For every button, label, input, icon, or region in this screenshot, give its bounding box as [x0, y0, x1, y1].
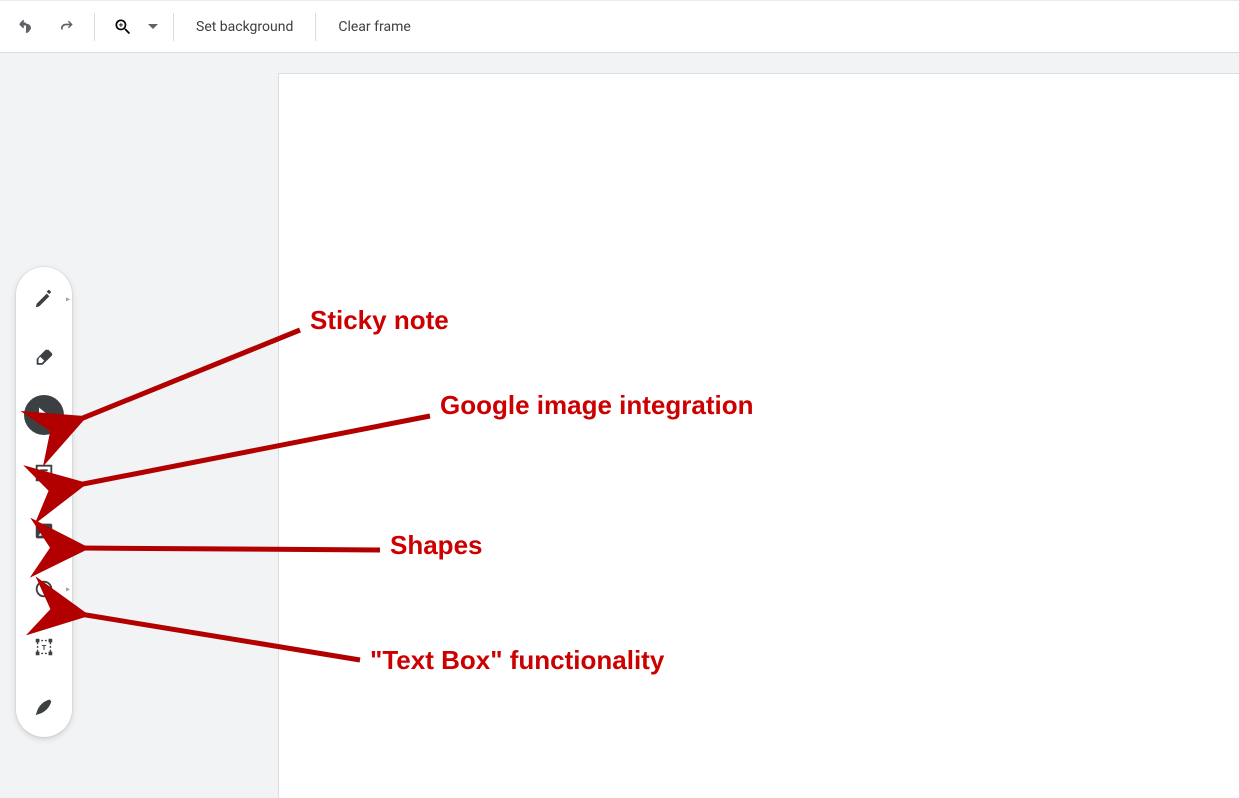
tool-palette: ▸ ▸: [16, 267, 72, 737]
text-box-icon: T: [33, 636, 55, 658]
redo-icon: [56, 17, 76, 37]
sticky-note-icon: [33, 462, 55, 484]
laser-icon: [33, 694, 55, 716]
circle-icon: [33, 578, 55, 600]
zoom-dropdown[interactable]: [143, 22, 163, 32]
select-tool[interactable]: [24, 395, 64, 435]
expand-caret-icon: ▸: [66, 295, 70, 304]
caret-down-icon: [148, 22, 158, 32]
clear-frame-button[interactable]: Clear frame: [326, 9, 422, 45]
zoom-button[interactable]: [105, 9, 141, 45]
laser-tool[interactable]: [24, 685, 64, 725]
text-box-tool[interactable]: T: [24, 627, 64, 667]
undo-icon: [16, 17, 36, 37]
image-icon: [33, 520, 55, 542]
undo-button[interactable]: [8, 9, 44, 45]
redo-button[interactable]: [48, 9, 84, 45]
image-tool[interactable]: [24, 511, 64, 551]
shape-tool[interactable]: ▸: [24, 569, 64, 609]
eraser-icon: [33, 346, 55, 368]
zoom-in-icon: [113, 17, 133, 37]
toolbar-separator: [315, 13, 316, 41]
toolbar-separator: [173, 13, 174, 41]
workspace: ▸ ▸: [0, 53, 1239, 798]
top-toolbar: Set background Clear frame: [0, 0, 1239, 53]
pen-icon: [33, 288, 55, 310]
sticky-note-tool[interactable]: [24, 453, 64, 493]
zoom-control[interactable]: [105, 9, 163, 45]
expand-caret-icon: ▸: [66, 585, 70, 594]
svg-text:T: T: [42, 643, 47, 652]
canvas[interactable]: [278, 73, 1239, 798]
toolbar-separator: [94, 13, 95, 41]
cursor-icon: [34, 405, 54, 425]
eraser-tool[interactable]: [24, 337, 64, 377]
pen-tool[interactable]: ▸: [24, 279, 64, 319]
set-background-button[interactable]: Set background: [184, 9, 305, 45]
